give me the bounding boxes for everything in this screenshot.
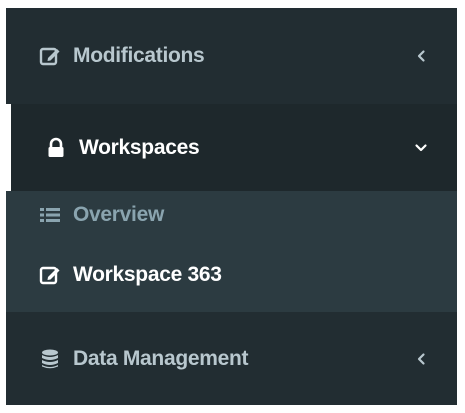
chevron-left-icon <box>413 351 429 367</box>
submenu-item-workspace-363[interactable]: Workspace 363 <box>6 238 457 312</box>
edit-icon <box>39 264 61 286</box>
sidebar-item-data-management[interactable]: Data Management <box>6 312 457 405</box>
list-icon <box>39 204 61 226</box>
screenshot-frame: Modifications Workspaces Overview Worksp… <box>0 0 465 413</box>
chevron-down-icon <box>413 140 429 156</box>
submenu-item-overview[interactable]: Overview <box>6 191 457 238</box>
database-icon <box>39 348 61 370</box>
sidebar-item-label: Data Management <box>73 346 249 370</box>
lock-icon <box>45 137 67 159</box>
submenu-item-label: Workspace 363 <box>73 263 222 286</box>
sidebar-item-label: Modifications <box>73 44 205 67</box>
submenu-item-label: Overview <box>73 202 164 226</box>
sidebar-item-modifications[interactable]: Modifications <box>6 8 457 104</box>
sidebar-item-workspaces[interactable]: Workspaces <box>6 104 457 191</box>
sidebar-menu: Modifications Workspaces Overview Worksp… <box>6 8 457 405</box>
chevron-left-icon <box>413 48 429 64</box>
edit-icon <box>39 45 61 67</box>
sidebar-item-label: Workspaces <box>79 135 200 159</box>
